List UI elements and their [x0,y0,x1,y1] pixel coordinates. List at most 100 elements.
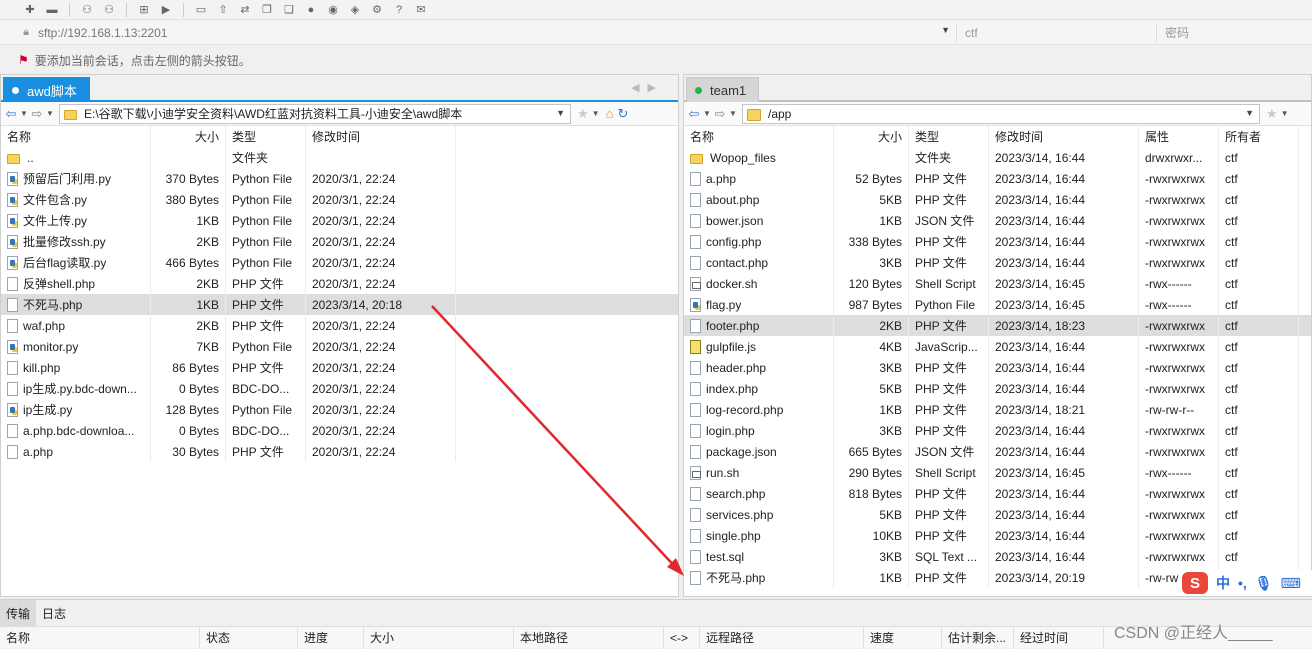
file-row[interactable]: ip生成.py 128 Bytes Python File 2020/3/1, 22:… [1,399,678,420]
col-type[interactable]: 类型 [226,126,306,147]
file-row[interactable]: monitor.py 7KB Python File 2020/3/1, 22:24 [1,336,678,357]
file-row[interactable]: .. 文件夹 [1,147,678,168]
refresh-icon[interactable]: ↻ [617,106,628,122]
file-row[interactable]: footer.php 2KB PHP 文件 2023/3/14, 18:23 -rwxr… [684,315,1311,336]
file-row[interactable]: single.php 10KB PHP 文件 2023/3/14, 16:44 -rwx… [684,525,1311,546]
col-progress[interactable]: 进度 [298,626,364,649]
settings-icon[interactable]: ⚙ [369,3,385,17]
local-path-input[interactable]: E:\谷歌下载\小迪学安全资料\AWD红蓝对抗资料工具-小迪安全\awd脚本 ▼ [59,103,571,124]
file-row[interactable]: run.sh 290 Bytes Shell Script 2023/3/14, 16… [684,462,1311,483]
col-speed[interactable]: 速度 [864,626,942,649]
col-name[interactable]: 名称 [684,126,834,147]
file-row[interactable]: index.php 5KB PHP 文件 2023/3/14, 16:44 -rwxrw… [684,378,1311,399]
file-row[interactable]: docker.sh 120 Bytes Shell Script 2023/3/14,… [684,273,1311,294]
file-row[interactable]: a.php 30 Bytes PHP 文件 2020/3/1, 22:24 [1,441,678,462]
chevron-down-icon[interactable]: ▼ [728,109,738,118]
file-row[interactable]: bower.json 1KB JSON 文件 2023/3/14, 16:44 -rwx… [684,210,1311,231]
col-transfer-name[interactable]: 名称 [0,626,200,649]
col-size[interactable]: 大小 [151,126,226,147]
host-address-input[interactable]: sftp://192.168.1.13:2201 ▼ [36,23,956,43]
home-icon[interactable]: ⌂ [606,106,614,121]
ime-punctuation[interactable]: •, [1238,575,1247,591]
chevron-down-icon[interactable]: ▼ [941,25,950,35]
password-input[interactable]: 密码 [1156,22,1306,43]
help-icon[interactable]: ? [391,3,407,17]
col-mtime[interactable]: 修改时间 [306,126,456,147]
file-row[interactable]: about.php 5KB PHP 文件 2023/3/14, 16:44 -rwxrw… [684,189,1311,210]
star-icon[interactable]: ★ [1266,106,1278,122]
file-row[interactable]: 后台flag读取.py 466 Bytes Python File 2020/3/1,… [1,252,678,273]
file-row[interactable]: 文件上传.py 1KB Python File 2020/3/1, 22:24 [1,210,678,231]
col-perm[interactable]: 属性 [1139,126,1219,147]
file-row[interactable]: kill.php 86 Bytes PHP 文件 2020/3/1, 22:24 [1,357,678,378]
col-mtime[interactable]: 修改时间 [989,126,1139,147]
sogou-logo-icon[interactable]: S [1182,572,1208,594]
file-row[interactable]: Wopop_files 文件夹 2023/3/14, 16:44 drwxrwxr..… [684,147,1311,168]
file-row[interactable]: waf.php 2KB PHP 文件 2020/3/1, 22:24 [1,315,678,336]
document-icon[interactable]: ▭ [193,3,209,17]
chevron-down-icon[interactable]: ▼ [556,108,565,118]
ime-toolbar[interactable]: S 中 •, 🎙︎ ⌨ [1180,570,1312,596]
status-icon[interactable]: ● [303,3,319,17]
connect-icon[interactable]: ⚇ [79,3,95,17]
col-remote-path[interactable]: 远程路径 [700,626,864,649]
xshell-icon[interactable]: ◉ [325,3,341,17]
tab-log[interactable]: 日志 [36,600,72,626]
back-icon[interactable]: ⇦ [3,106,19,122]
col-transfer-size[interactable]: 大小 [364,626,514,649]
ime-language[interactable]: 中 [1216,573,1230,593]
microphone-icon[interactable]: 🎙︎ [1255,575,1273,592]
chevron-down-icon[interactable]: ▼ [1245,108,1254,118]
tab-scroll-arrows[interactable]: ◀▶ [631,81,664,94]
file-row[interactable]: config.php 338 Bytes PHP 文件 2023/3/14, 16:4… [684,231,1311,252]
file-row[interactable]: services.php 5KB PHP 文件 2023/3/14, 16:44 -rw… [684,504,1311,525]
keyboard-icon[interactable]: ⌨ [1281,575,1301,592]
col-eta[interactable]: 估计剩余... [942,626,1014,649]
file-row[interactable]: test.sql 3KB SQL Text ... 2023/3/14, 16:44-… [684,546,1311,567]
col-owner[interactable]: 所有者 [1219,126,1299,147]
file-row[interactable]: 反弹shell.php 2KB PHP 文件 2020/3/1, 22:24 [1,273,678,294]
file-row[interactable]: a.php 52 Bytes PHP 文件 2023/3/14, 16:44 -rwxr… [684,168,1311,189]
file-row[interactable]: flag.py 987 Bytes Python File 2023/3/14, 16… [684,294,1311,315]
col-name[interactable]: 名称 [1,126,151,147]
upload-icon[interactable]: ⇧ [215,3,231,17]
copy-icon[interactable]: ❐ [259,3,275,17]
file-row[interactable]: package.json 665 Bytes JSON 文件 2023/3/14, 1… [684,441,1311,462]
back-icon[interactable]: ⇦ [686,106,702,122]
forward-icon[interactable]: ⇨ [29,106,45,122]
chevron-down-icon[interactable]: ▼ [45,109,55,118]
tab-local[interactable]: awd脚本 [3,77,90,102]
paste-icon[interactable]: ❏ [281,3,297,17]
tab-transfer[interactable]: 传输 [0,600,37,626]
tab-remote[interactable]: team1 [686,77,760,102]
file-row[interactable]: gulpfile.js 4KB JavaScrip... 2023/3/14, 16:… [684,336,1311,357]
chevron-down-icon[interactable]: ▼ [1281,109,1289,118]
chevron-down-icon[interactable]: ▼ [702,109,712,118]
file-row[interactable]: search.php 818 Bytes PHP 文件 2023/3/14, 16:4… [684,483,1311,504]
col-direction[interactable]: <-> [664,626,700,649]
open-folder-icon[interactable]: ▬ [44,3,60,17]
sync-icon[interactable]: ⇄ [237,3,253,17]
xftp-icon[interactable]: ◈ [347,3,363,17]
chevron-down-icon[interactable]: ▼ [592,109,600,118]
play-icon[interactable]: ▶ [158,3,174,17]
new-tab-icon[interactable]: ⊞ [136,3,152,17]
file-row[interactable]: 不死马.php 1KB PHP 文件 2023/3/14, 20:18 [1,294,678,315]
chevron-down-icon[interactable]: ▼ [19,109,29,118]
col-type[interactable]: 类型 [909,126,989,147]
forward-icon[interactable]: ⇨ [712,106,728,122]
file-row[interactable]: 批量修改ssh.py 2KB Python File 2020/3/1, 22:24 [1,231,678,252]
file-row[interactable]: log-record.php 1KB PHP 文件 2023/3/14, 18:21-… [684,399,1311,420]
file-row[interactable]: header.php 3KB PHP 文件 2023/3/14, 16:44 -rwxr… [684,357,1311,378]
file-row[interactable]: a.php.bdc-downloa... 0 Bytes BDC-DO... 2020… [1,420,678,441]
file-row[interactable]: login.php 3KB PHP 文件 2023/3/14, 16:44 -rwxrw… [684,420,1311,441]
disconnect-icon[interactable]: ⚇ [101,3,117,17]
remote-path-input[interactable]: /app ▼ [742,103,1260,124]
col-elapsed[interactable]: 经过时间 [1014,626,1104,649]
star-icon[interactable]: ★ [577,106,589,122]
file-row[interactable]: 文件包含.py 380 Bytes Python File 2020/3/1, 22:… [1,189,678,210]
col-size[interactable]: 大小 [834,126,909,147]
username-input[interactable]: ctf [956,22,1156,43]
file-row[interactable]: 预留后门利用.py 370 Bytes Python File 2020/3/1, 2… [1,168,678,189]
file-row[interactable]: contact.php 3KB PHP 文件 2023/3/14, 16:44 -rwx… [684,252,1311,273]
